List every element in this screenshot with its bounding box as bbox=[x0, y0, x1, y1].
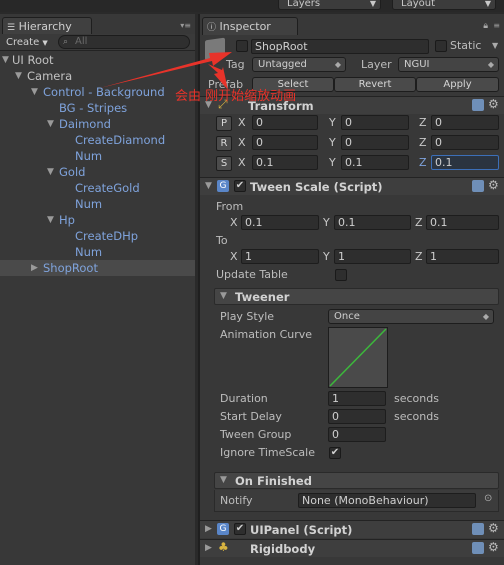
annotation-arrow-up bbox=[100, 52, 232, 88]
annotation-text: 会由 刚开始缩放动画 bbox=[175, 89, 297, 104]
